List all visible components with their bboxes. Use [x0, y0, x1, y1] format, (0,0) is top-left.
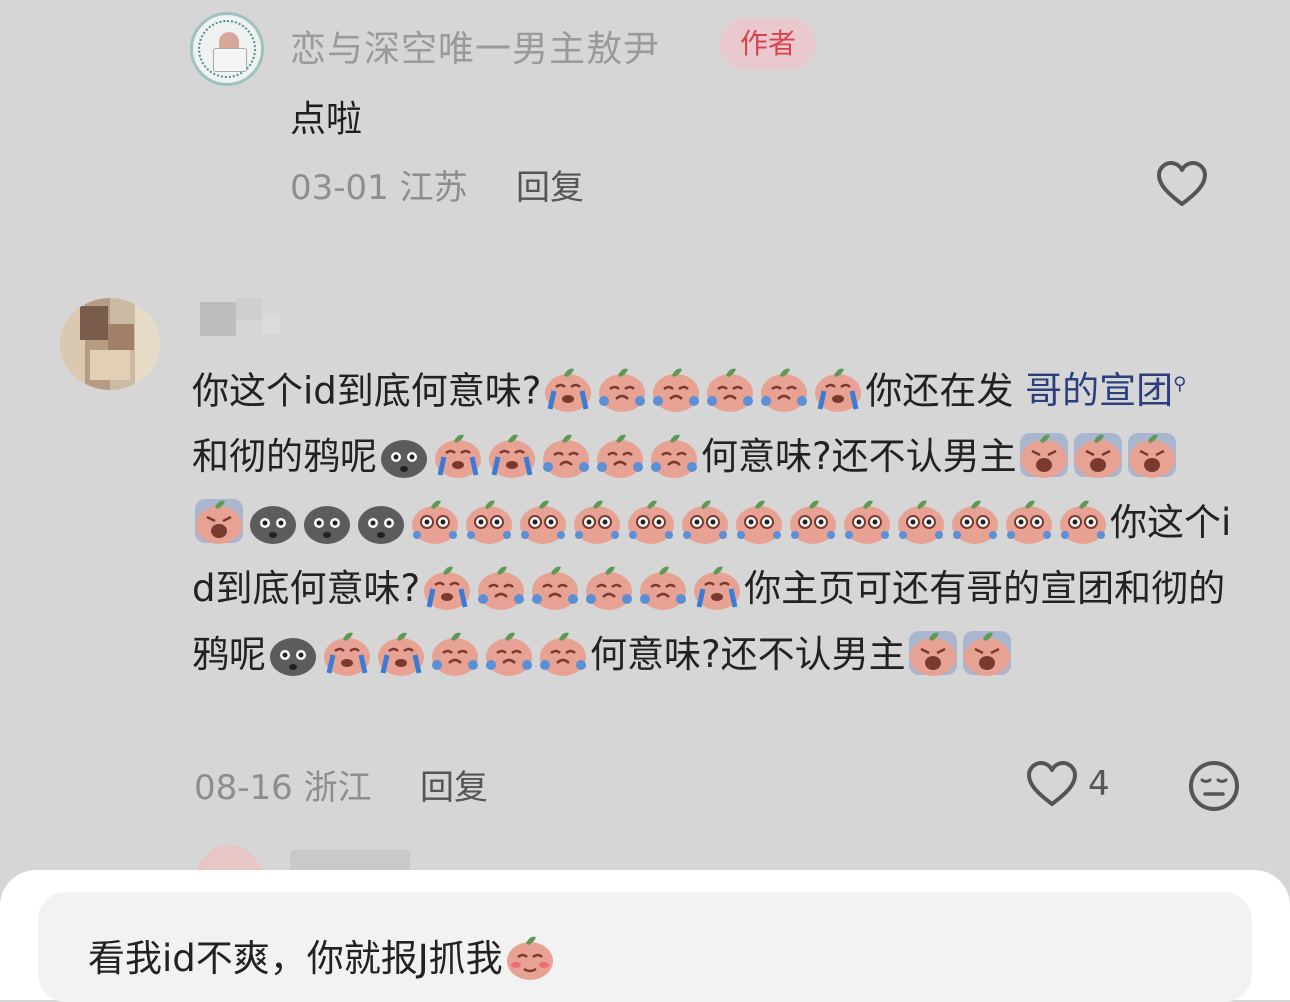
comment-body: 你这个id到底何意味? 你还在发 哥的宣团⚲ 和彻的鸦呢 何意味?还不认男主你这个i…: [192, 352, 1232, 688]
shocked-rock-emoji: [250, 506, 296, 545]
screaming-peach-emoji: [195, 499, 243, 545]
shocked-rock-emoji: [358, 506, 404, 545]
reply-reply-button[interactable]: 回复: [516, 160, 584, 209]
sobbing-peach-emoji: [435, 434, 481, 479]
teary-peach-emoji: [844, 500, 890, 545]
heart-outline-icon[interactable]: [1156, 160, 1208, 208]
reply-input-text[interactable]: 看我id不爽，你就报J抓我: [88, 928, 557, 982]
heart-outline-icon[interactable]: [1026, 760, 1078, 808]
shocked-rock-emoji: [270, 638, 316, 677]
crying-peach-emoji: [651, 434, 697, 479]
comment-text: 你还在发: [865, 369, 1026, 413]
reply-date-location: 03-01 江苏: [290, 168, 468, 208]
teary-peach-emoji: [1006, 500, 1052, 545]
teary-peach-emoji: [520, 500, 566, 545]
author-badge: 作者: [720, 18, 816, 70]
comment-reply-button[interactable]: 回复: [420, 760, 488, 809]
teary-peach-emoji: [1060, 500, 1106, 545]
sobbing-peach-emoji: [545, 368, 592, 413]
crying-peach-emoji: [543, 434, 589, 479]
teary-peach-emoji: [412, 500, 458, 545]
reply-username[interactable]: 恋与深空唯一男主敖尹: [290, 20, 660, 72]
crying-peach-emoji: [532, 566, 579, 611]
hashtag-link[interactable]: 哥的宣团⚲: [1025, 369, 1186, 412]
teary-peach-emoji: [628, 500, 674, 545]
teary-peach-emoji: [790, 500, 836, 545]
sobbing-peach-emoji: [815, 368, 862, 413]
screaming-peach-emoji: [908, 631, 957, 677]
comment-text: 你主页可还有哥: [744, 567, 1004, 611]
reply-text: 点啦: [290, 99, 363, 140]
screaming-peach-emoji: [1073, 433, 1122, 479]
teary-peach-emoji: [736, 500, 782, 545]
teary-peach-emoji: [952, 500, 998, 545]
screaming-peach-emoji: [962, 631, 1011, 677]
crying-peach-emoji: [599, 368, 646, 413]
teary-peach-emoji: [682, 500, 728, 545]
crying-peach-emoji: [432, 632, 478, 677]
crying-peach-emoji: [653, 368, 700, 413]
crying-peach-emoji: [540, 632, 586, 677]
search-icon: ⚲: [1173, 374, 1187, 395]
shocked-rock-emoji: [304, 506, 350, 545]
shocked-rock-emoji: [381, 440, 427, 479]
blushing-peach-emoji: [506, 936, 553, 980]
commenter-username-blurred[interactable]: [200, 298, 280, 336]
teary-peach-emoji: [574, 500, 620, 545]
crying-peach-emoji: [478, 566, 525, 611]
avatar-pixel: [90, 350, 130, 380]
comment-date-location: 08-16 浙江: [194, 768, 372, 808]
author-avatar[interactable]: [190, 12, 264, 86]
sobbing-peach-emoji: [424, 566, 471, 611]
sobbing-peach-emoji: [324, 632, 370, 677]
crying-peach-emoji: [586, 566, 633, 611]
sobbing-peach-emoji: [378, 632, 424, 677]
sobbing-peach-emoji: [694, 566, 741, 611]
teary-peach-emoji: [898, 500, 944, 545]
like-count: 4: [1088, 764, 1110, 804]
crying-peach-emoji: [707, 368, 754, 413]
comment-text: 你这个id到底何意味?: [192, 369, 542, 413]
crying-peach-emoji: [597, 434, 643, 479]
meh-face-icon[interactable]: [1188, 760, 1240, 812]
commenter-avatar[interactable]: [60, 298, 160, 390]
reply-input-value: 看我id不爽，你就报J抓我: [88, 937, 503, 980]
crying-peach-emoji: [486, 632, 532, 677]
crying-peach-emoji: [640, 566, 687, 611]
sobbing-peach-emoji: [489, 434, 535, 479]
avatar-pixel: [108, 324, 134, 350]
crying-peach-emoji: [761, 368, 808, 413]
avatar-pixel: [80, 306, 108, 340]
comment-text: 何意味?还不认男主: [701, 435, 1017, 479]
comment-text: 何意味?还不认男主: [590, 633, 906, 677]
comment-text: 和彻的鸦呢: [192, 435, 377, 479]
teary-peach-emoji: [466, 500, 512, 545]
screaming-peach-emoji: [1127, 433, 1176, 479]
screaming-peach-emoji: [1019, 433, 1068, 479]
avatar-figure-body: [213, 48, 247, 72]
